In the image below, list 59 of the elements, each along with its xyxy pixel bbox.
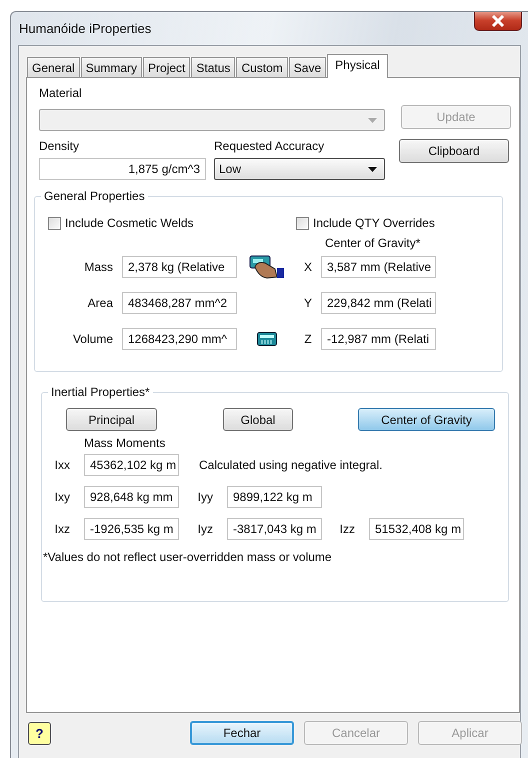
close-icon: [490, 14, 506, 26]
field-label: Iyz: [196, 522, 213, 536]
mode-button[interactable]: Principal: [66, 408, 157, 431]
tab[interactable]: Save: [288, 57, 326, 77]
checkbox[interactable]: [48, 216, 61, 230]
tab[interactable]: General: [27, 57, 80, 77]
tab[interactable]: Custom: [236, 57, 288, 77]
value-field: 483468,287 mm^2: [122, 292, 237, 314]
value-field: 45362,102 kg m: [84, 454, 179, 476]
group-title: General Properties: [41, 189, 148, 203]
dialog-button[interactable]: Fechar: [190, 721, 294, 745]
checkbox[interactable]: [296, 216, 309, 230]
field-label: Ixz: [54, 522, 70, 536]
calculator-icon[interactable]: [257, 332, 277, 346]
tab[interactable]: Project: [143, 57, 190, 77]
value-field: 2,378 kg (Relative: [122, 256, 237, 278]
value-field: 51532,408 kg m: [369, 518, 464, 540]
field-label: Izz: [338, 522, 355, 536]
axis-label: X: [302, 260, 313, 274]
side-button[interactable]: Clipboard: [399, 139, 509, 163]
accuracy-dropdown[interactable]: Low: [214, 158, 385, 180]
coordinate-field: -12,987 mm (Relati: [321, 328, 436, 350]
field-label: Material: [39, 86, 83, 100]
group-title: Inertial Properties*: [48, 385, 153, 399]
message-text: Calculated using negative integral.: [199, 458, 382, 472]
checkbox-label: Include QTY Overrides: [313, 216, 435, 230]
checkbox-label: Include Cosmetic Welds: [65, 216, 194, 230]
section-label: Mass Moments: [84, 436, 166, 450]
tab[interactable]: Summary: [80, 57, 142, 77]
tab[interactable]: Status: [191, 57, 236, 77]
value-field: 928,648 kg mm: [84, 486, 179, 508]
density-field[interactable]: 1,875 g/cm^3: [39, 158, 206, 180]
value-field: -3817,043 kg m: [227, 518, 322, 540]
field-label: Volume: [72, 332, 113, 346]
field-label: Requested Accuracy: [214, 139, 326, 153]
mode-button[interactable]: Center of Gravity: [358, 408, 495, 431]
field-label: Ixx: [54, 458, 70, 472]
axis-label: Z: [303, 332, 313, 346]
value-field: 9899,122 kg m: [227, 486, 322, 508]
window-title: Humanóide iProperties: [19, 21, 152, 36]
tab[interactable]: Physical: [327, 54, 388, 78]
field-label: Iyy: [196, 490, 213, 504]
caret-icon: [368, 118, 377, 122]
field-label: Density: [39, 139, 80, 153]
coordinate-field: 229,842 mm (Relati: [321, 292, 436, 314]
footnote-text: *Values do not reflect user-overridden mass or volume: [43, 550, 333, 564]
value-field: 1268423,290 mm^: [122, 328, 237, 350]
axis-label: Y: [302, 296, 313, 310]
field-label: Mass: [83, 260, 113, 274]
field-label: Area: [86, 296, 113, 310]
close-button[interactable]: [474, 12, 522, 31]
mode-button[interactable]: Global: [223, 408, 293, 431]
value-field: -1926,535 kg m: [84, 518, 179, 540]
help-button[interactable]: ?: [28, 722, 51, 744]
coordinate-field: 3,587 mm (Relative: [321, 256, 436, 278]
section-label: Center of Gravity*: [325, 236, 422, 250]
hand-card-icon[interactable]: [249, 255, 285, 279]
field-label: Ixy: [54, 490, 70, 504]
caret-icon: [368, 166, 377, 172]
